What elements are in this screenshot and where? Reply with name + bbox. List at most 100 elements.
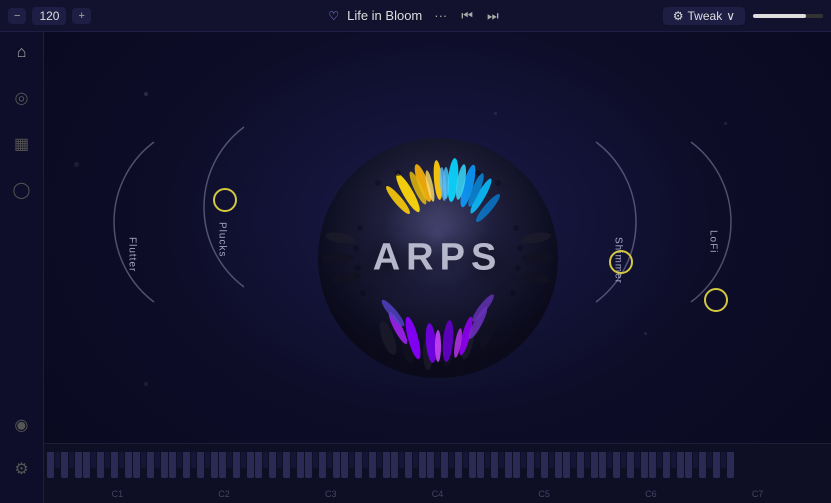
piano-key[interactable] <box>485 452 490 468</box>
piano-key[interactable] <box>263 452 268 468</box>
piano-key[interactable] <box>125 452 132 478</box>
piano-key[interactable] <box>355 452 362 478</box>
piano-key[interactable] <box>685 452 692 478</box>
piano-key[interactable] <box>197 452 204 478</box>
piano-key[interactable] <box>369 452 376 478</box>
piano-key[interactable] <box>399 452 404 468</box>
piano-key[interactable] <box>75 452 82 478</box>
piano-key[interactable] <box>427 452 434 478</box>
piano-key[interactable] <box>349 452 354 468</box>
piano-key[interactable] <box>277 452 282 468</box>
piano-key[interactable] <box>227 452 232 468</box>
piano-key[interactable] <box>241 452 246 468</box>
piano-key[interactable] <box>541 452 548 478</box>
piano-key[interactable] <box>211 452 218 478</box>
piano-key[interactable] <box>419 452 426 478</box>
piano-key[interactable] <box>161 452 168 478</box>
sphere-visualizer[interactable]: // We'll place spikes via SVG elements b… <box>298 118 578 398</box>
bpm-minus-button[interactable]: − <box>8 8 26 24</box>
piano-key[interactable] <box>707 452 712 468</box>
piano-key[interactable] <box>61 452 68 478</box>
piano-key[interactable] <box>97 452 104 478</box>
piano-key[interactable] <box>391 452 398 478</box>
piano-key[interactable] <box>505 452 512 478</box>
learn-icon[interactable]: ◉ <box>10 411 32 439</box>
piano-key[interactable] <box>133 452 140 478</box>
piano-key[interactable] <box>513 452 520 478</box>
piano-key[interactable] <box>297 452 304 478</box>
piano-key[interactable] <box>305 452 312 478</box>
piano-key[interactable] <box>111 452 118 478</box>
piano-key[interactable] <box>713 452 720 478</box>
piano-key[interactable] <box>69 452 74 468</box>
dots-menu-button[interactable]: ··· <box>430 6 451 25</box>
piano-key[interactable] <box>699 452 706 478</box>
piano-keyboard[interactable]: C1 C2 C3 C4 C5 C6 C7 <box>44 443 831 503</box>
settings-icon[interactable]: ⚙ <box>10 455 32 483</box>
piano-key[interactable] <box>105 452 110 468</box>
piano-key[interactable] <box>333 452 340 478</box>
piano-key[interactable] <box>641 452 648 478</box>
piano-key[interactable] <box>169 452 176 478</box>
piano-key[interactable] <box>91 452 96 468</box>
piano-key[interactable] <box>219 452 226 478</box>
piano-key[interactable] <box>47 452 54 478</box>
piano-key[interactable] <box>449 452 454 468</box>
home-icon[interactable]: ⌂ <box>13 40 31 66</box>
piano-key[interactable] <box>233 452 240 478</box>
library-icon[interactable]: ▦ <box>10 130 33 158</box>
piano-key[interactable] <box>319 452 326 478</box>
favorite-icon[interactable]: ♡ <box>328 9 339 23</box>
piano-key[interactable] <box>591 452 598 478</box>
piano-key[interactable] <box>55 452 60 468</box>
piano-key[interactable] <box>627 452 634 478</box>
piano-key[interactable] <box>413 452 418 468</box>
piano-key[interactable] <box>177 452 182 468</box>
bpm-plus-button[interactable]: + <box>72 8 90 24</box>
piano-key[interactable] <box>441 452 448 478</box>
piano-key[interactable] <box>535 452 540 468</box>
piano-key[interactable] <box>585 452 590 468</box>
piano-key[interactable] <box>613 452 620 478</box>
piano-key[interactable] <box>327 452 332 468</box>
piano-key[interactable] <box>191 452 196 468</box>
piano-key[interactable] <box>721 452 726 468</box>
piano-key[interactable] <box>341 452 348 478</box>
piano-key[interactable] <box>377 452 382 468</box>
piano-key[interactable] <box>455 452 462 478</box>
piano-key[interactable] <box>499 452 504 468</box>
piano-key[interactable] <box>247 452 254 478</box>
piano-key[interactable] <box>657 452 662 468</box>
piano-key[interactable] <box>607 452 612 468</box>
piano-key[interactable] <box>255 452 262 478</box>
piano-key[interactable] <box>477 452 484 478</box>
piano-key[interactable] <box>491 452 498 478</box>
piano-key[interactable] <box>727 452 734 478</box>
piano-key[interactable] <box>155 452 160 468</box>
piano-key[interactable] <box>527 452 534 478</box>
piano-key[interactable] <box>435 452 440 468</box>
piano-key[interactable] <box>571 452 576 468</box>
piano-key[interactable] <box>563 452 570 478</box>
piano-key[interactable] <box>677 452 684 478</box>
piano-key[interactable] <box>577 452 584 478</box>
search-icon[interactable]: ◎ <box>11 84 33 112</box>
volume-slider[interactable] <box>753 14 823 18</box>
piano-key[interactable] <box>363 452 368 468</box>
piano-key[interactable] <box>183 452 190 478</box>
piano-key[interactable] <box>649 452 656 478</box>
piano-key[interactable] <box>693 452 698 468</box>
piano-key[interactable] <box>269 452 276 478</box>
piano-key[interactable] <box>405 452 412 478</box>
piano-key[interactable] <box>469 452 476 478</box>
piano-key[interactable] <box>205 452 210 468</box>
piano-key[interactable] <box>463 452 468 468</box>
profile-icon[interactable]: ◯ <box>9 176 35 204</box>
piano-key[interactable] <box>621 452 626 468</box>
piano-key[interactable] <box>141 452 146 468</box>
piano-key[interactable] <box>549 452 554 468</box>
piano-key[interactable] <box>119 452 124 468</box>
piano-key[interactable] <box>635 452 640 468</box>
prev-button[interactable]: ⏮ <box>457 6 477 26</box>
piano-key[interactable] <box>663 452 670 478</box>
